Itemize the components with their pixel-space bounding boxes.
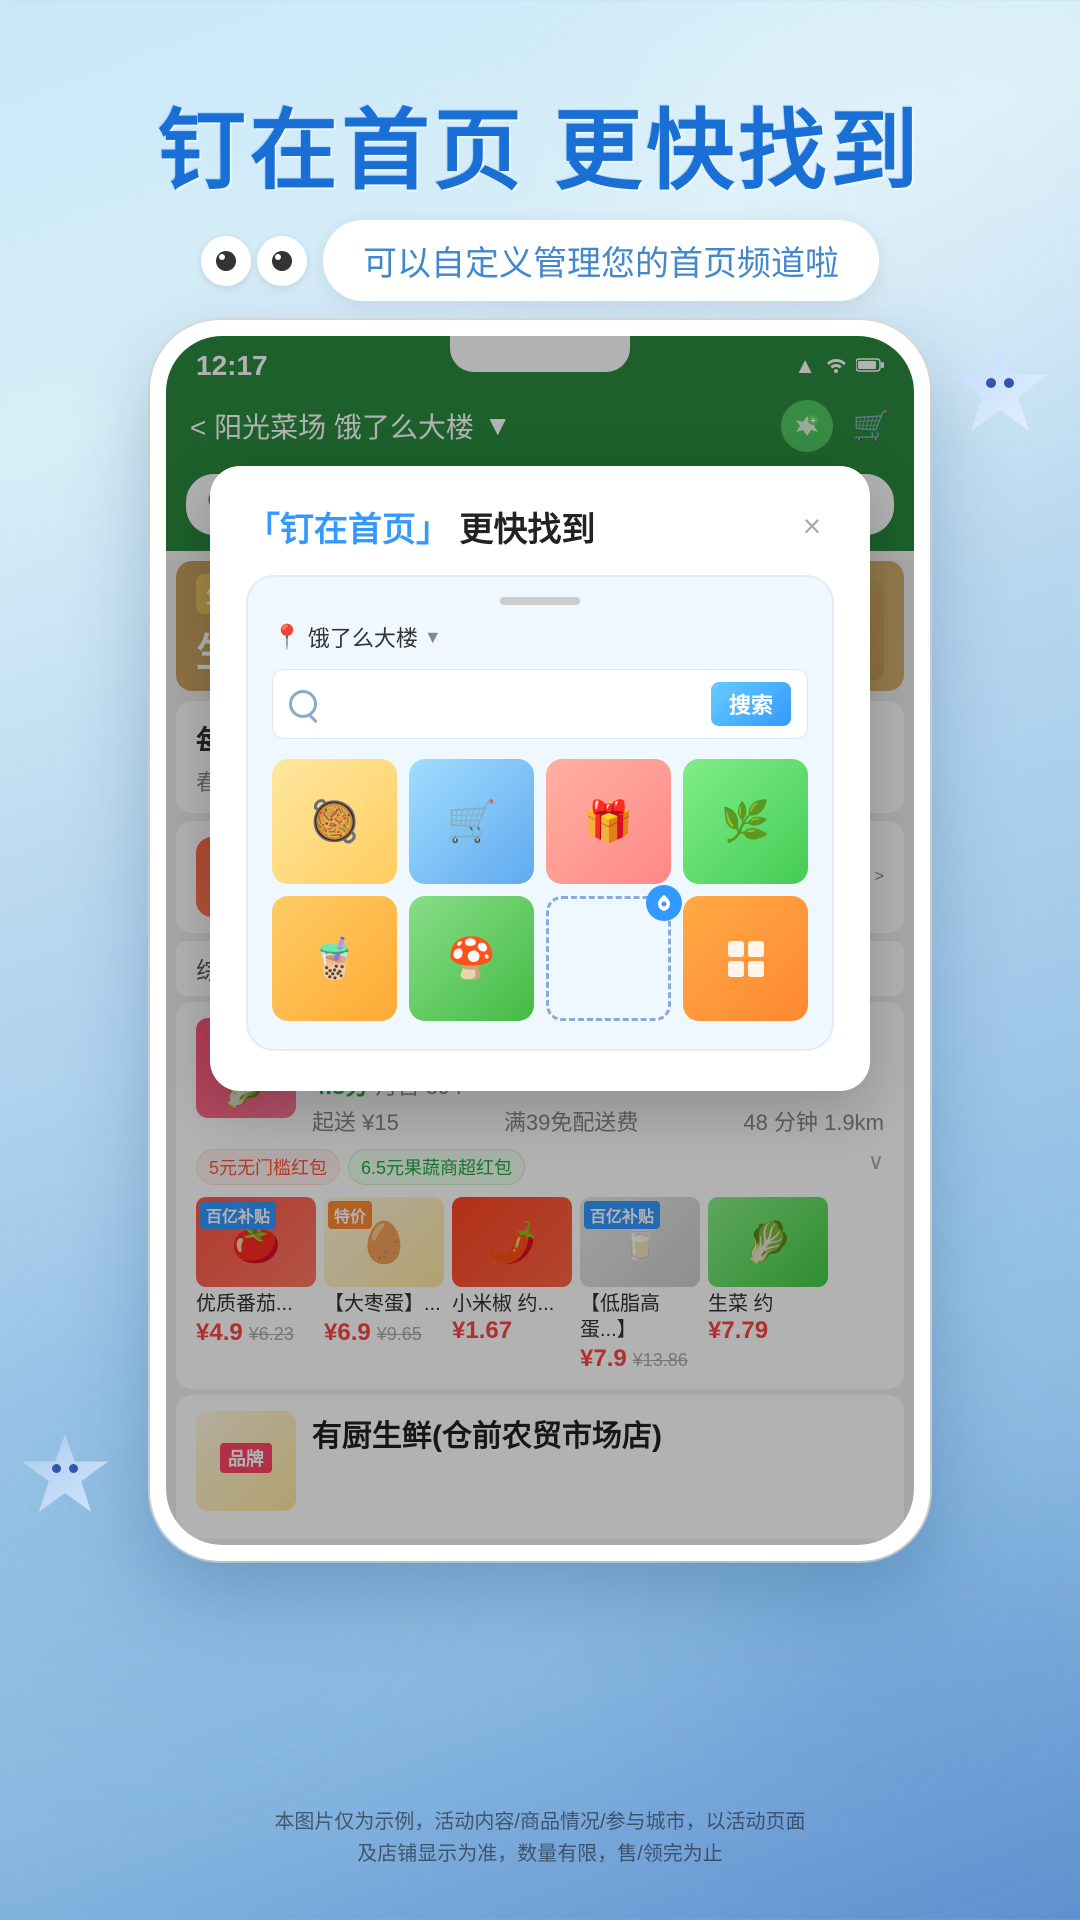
modal-title: 「钉在首页」 更快找到: [246, 502, 595, 551]
mini-phone-top: [272, 597, 808, 605]
grid-icon-4[interactable]: 🧋: [272, 896, 397, 1021]
grid-icon-placeholder[interactable]: [546, 896, 671, 1021]
eye-right: [257, 236, 307, 286]
mini-location-text: 饿了么大楼: [308, 621, 418, 653]
modal-close-button[interactable]: ×: [790, 505, 834, 549]
pin-badge-icon: [646, 885, 682, 921]
star-decoration-1: [950, 340, 1050, 440]
phone-outer-frame: 12:17 ▲ < 阳光菜场 饿了么大楼 ▼: [150, 320, 930, 1561]
grid-icon-placeholder-wrapper: [546, 896, 671, 1021]
grid-icon-7[interactable]: [683, 896, 808, 1021]
modal-icon-grid: 🥘 🛒 🎁 🌿 🧋 🍄: [272, 759, 808, 1021]
disclaimer-text: 本图片仅为示例，活动内容/商品情况/参与城市，以活动页面及店铺显示为准，数量有限…: [0, 1790, 1080, 1900]
mini-phone-illustration: 📍 饿了么大楼 ▼ 搜索 🥘 🛒: [246, 575, 834, 1051]
location-pin-icon: 📍: [272, 623, 302, 652]
eye-pupil-right: [272, 251, 292, 271]
grid-icon-1[interactable]: 🛒: [409, 759, 534, 884]
modal-title-highlight: 「钉在首页」: [246, 511, 450, 549]
grid-icon-3[interactable]: 🌿: [683, 759, 808, 884]
mini-search-button[interactable]: 搜索: [711, 682, 791, 726]
mini-search-bar[interactable]: 搜索: [272, 669, 808, 739]
grid-icon-5[interactable]: 🍄: [409, 896, 534, 1021]
phone-mockup: 12:17 ▲ < 阳光菜场 饿了么大楼 ▼: [130, 320, 950, 1561]
modal-header: 「钉在首页」 更快找到 ×: [246, 502, 834, 551]
mini-search-left: [289, 690, 317, 718]
modal-title-text: 更快找到: [459, 511, 595, 549]
phone-inner-frame: 12:17 ▲ < 阳光菜场 饿了么大楼 ▼: [166, 336, 914, 1545]
star-decoration-2: [20, 1430, 110, 1520]
mini-phone-notch: [500, 597, 580, 605]
modal-box: 「钉在首页」 更快找到 × 📍 饿了么大楼 ▼: [210, 466, 870, 1091]
mini-location: 📍 饿了么大楼 ▼: [272, 621, 808, 653]
grid-icon-0[interactable]: 🥘: [272, 759, 397, 884]
subtitle-area: 可以自定义管理您的首页频道啦: [201, 220, 879, 301]
mini-search-icon: [289, 690, 317, 718]
eye-left: [201, 236, 251, 286]
mini-location-arrow: ▼: [424, 627, 442, 648]
subtitle-bubble: 可以自定义管理您的首页频道啦: [323, 220, 879, 301]
main-headline: 钉在首页 更快找到: [0, 80, 1080, 207]
eye-pupil-left: [216, 251, 236, 271]
grid-icon-2[interactable]: 🎁: [546, 759, 671, 884]
eye-decoration: [201, 236, 307, 286]
